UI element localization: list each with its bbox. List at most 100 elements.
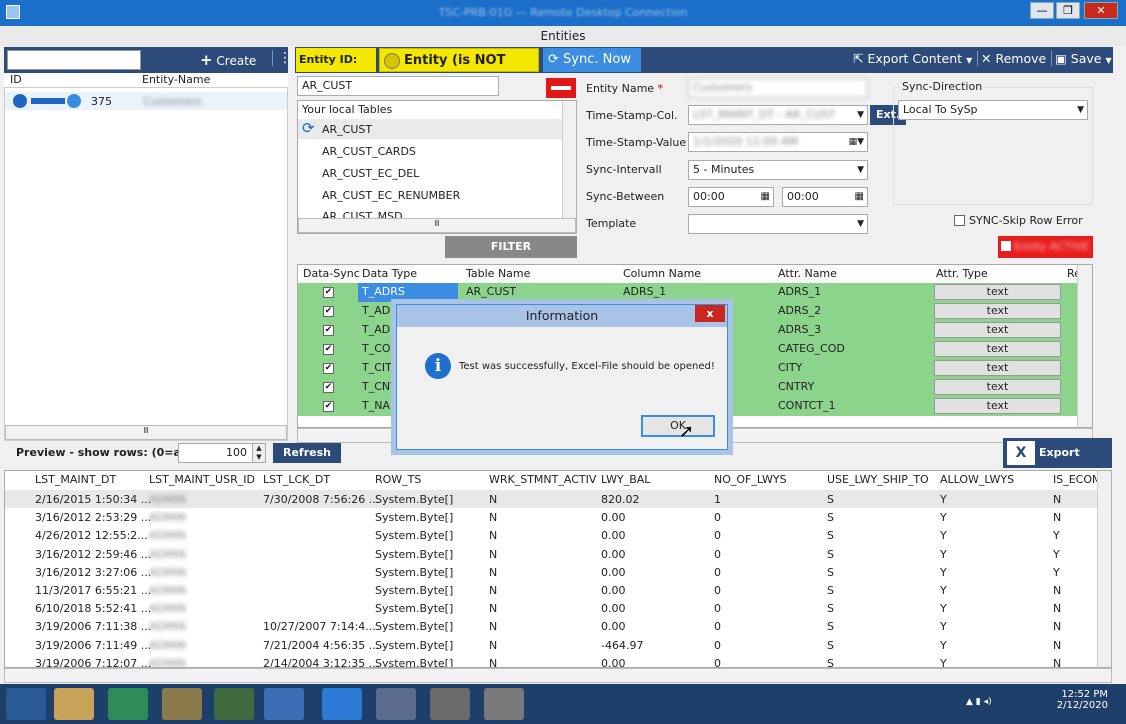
table-row[interactable]: 6/10/2018 5:52:41 ... ADMIN System.Byte[] N… (5, 599, 1097, 617)
data-sync-checkbox[interactable]: ✔ (323, 344, 334, 355)
horizontal-scrollbar[interactable]: Ⅲ (298, 218, 576, 233)
table-row[interactable]: 4/26/2012 12:55:2... ADMIN System.Byte[] N 0… (5, 526, 1097, 544)
filter-button[interactable]: FILTER (445, 236, 577, 258)
table-row[interactable]: 3/19/2006 7:12:07 ... ADMIN 2/14/2004 3:12… (5, 654, 1097, 667)
table-row[interactable]: 3/16/2012 3:27:06 ... ADMIN System.Byte[] N… (5, 563, 1097, 581)
table-item[interactable]: AR_CUST (322, 123, 372, 136)
ok-button[interactable]: OK (641, 415, 715, 437)
remote-icon[interactable] (376, 688, 416, 720)
attr-type-button[interactable]: text (934, 322, 1061, 338)
attr-name-cell[interactable]: ADRS_3 (778, 323, 821, 336)
skip-row-error-checkbox[interactable] (954, 215, 965, 226)
entity-search-input[interactable] (7, 50, 141, 70)
data-sync-checkbox[interactable]: ✔ (323, 306, 334, 317)
refresh-button[interactable]: Refresh (273, 443, 341, 463)
col-lwy-bal[interactable]: LWY_BAL (601, 473, 650, 486)
file-explorer-icon[interactable] (54, 688, 94, 720)
restore-button[interactable]: ❐ (1056, 2, 1080, 19)
attr-type-button[interactable]: text (934, 341, 1061, 357)
table-item[interactable]: AR_CUST_CARDS (322, 145, 416, 158)
sync-from-input[interactable]: 00:00 ▦ (688, 187, 774, 207)
table-row[interactable]: 3/16/2012 2:59:46 ... ADMIN System.Byte[] N… (5, 545, 1097, 563)
entity-active-toggle[interactable]: Entity ACTIVE (998, 236, 1093, 258)
export-content-button[interactable]: ⇱ Export Content ▼ (853, 51, 972, 66)
table-row[interactable]: 3/19/2006 7:11:49 ... ADMIN 7/21/2004 4:56… (5, 636, 1097, 654)
table-row[interactable]: 2/16/2015 1:50:34 ... ADMIN 7/30/2008 7:56… (5, 490, 1097, 508)
close-window-button[interactable]: ✕ (1084, 2, 1118, 19)
calendar-icon[interactable]: ▦▼ (849, 133, 864, 151)
col-wrk-stmnt-activ[interactable]: WRK_STMNT_ACTIV (489, 473, 596, 486)
table-name-cell[interactable]: AR_CUST (466, 285, 516, 298)
attr-name-cell[interactable]: CNTRY (778, 380, 814, 393)
export-excel-button[interactable]: X Export Excel (1003, 438, 1112, 489)
sync-now-button[interactable]: ⟳ Sync. Now ▼ (543, 48, 641, 89)
timestamp-value-input[interactable]: 1/1/2020 12:00 AM ▦▼ (688, 132, 868, 152)
data-sync-checkbox[interactable]: ✔ (323, 401, 334, 412)
sync-direction-select[interactable]: Local To SySp ▼ (898, 100, 1088, 120)
attr-name-cell[interactable]: CONTCT_1 (778, 399, 836, 412)
attr-name-cell[interactable]: ADRS_1 (778, 285, 821, 298)
start-icon[interactable] (6, 688, 46, 720)
table-item[interactable]: AR_CUST_EC_DEL (322, 167, 419, 180)
remove-button[interactable]: ✕ Remove (977, 51, 1046, 66)
col-row-ts[interactable]: ROW_TS (375, 473, 421, 486)
col-use-lwy-ship-to[interactable]: USE_LWY_SHIP_TO (827, 473, 929, 486)
data-type-cell[interactable]: T_ADRS (358, 283, 458, 302)
col-is-ecom[interactable]: IS_ECOM (1053, 473, 1102, 486)
calendar-icon[interactable]: ▦ (855, 188, 864, 206)
table-row[interactable]: 11/3/2017 6:55:21 ... ADMIN System.Byte[] N… (5, 581, 1097, 599)
app-icon[interactable] (214, 688, 254, 720)
rows-stepper-icon[interactable]: ▲ ▼ (252, 443, 266, 463)
data-sync-checkbox[interactable]: ✔ (323, 382, 334, 393)
entity-name-input[interactable]: Customers (688, 78, 868, 98)
save-button[interactable]: ▣ Save ▼ (1051, 51, 1112, 66)
data-type-cell[interactable]: T_CITY (362, 361, 399, 374)
server-icon[interactable] (484, 688, 524, 720)
table-row[interactable]: 3/19/2006 7:11:38 ... ADMIN 10/27/2007 7:1… (5, 617, 1097, 635)
preview-horizontal-scrollbar[interactable] (4, 668, 1112, 683)
col-allow-lwys[interactable]: ALLOW_LWYS (940, 473, 1014, 486)
table-row[interactable]: 3/16/2012 2:53:29 ... ADMIN System.Byte[] N… (5, 508, 1097, 526)
sync-to-input[interactable]: 00:00 ▦ (782, 187, 868, 207)
attr-name-cell[interactable]: ADRS_2 (778, 304, 821, 317)
list-item[interactable]: 375 Customers (5, 92, 287, 110)
attr-type-button[interactable]: text (934, 284, 1061, 300)
col-no-of-lwys[interactable]: NO_OF_LWYS (714, 473, 787, 486)
table-name-input[interactable]: AR_CUST (297, 76, 499, 96)
vertical-scrollbar[interactable] (562, 101, 576, 219)
clock[interactable]: 12:52 PM 2/12/2020 (1052, 689, 1108, 711)
col-lst-lck-dt[interactable]: LST_LCK_DT (263, 473, 330, 486)
internet-explorer-icon[interactable] (322, 688, 362, 720)
data-sync-checkbox[interactable]: ✔ (323, 325, 334, 336)
attr-type-button[interactable]: text (934, 303, 1061, 319)
data-sync-checkbox[interactable]: ✔ (323, 363, 334, 374)
attr-name-cell[interactable]: CATEG_COD (778, 342, 845, 355)
col-lst-maint-usr-id[interactable]: LST_MAINT_USR_ID (149, 473, 255, 486)
create-button[interactable]: + Create (200, 51, 256, 69)
table-item[interactable]: AR_CUST_EC_RENUMBER (322, 189, 460, 202)
grid-row[interactable]: ✔ T_ADRS AR_CUST ADRS_1 ADRS_1 text (298, 283, 1078, 302)
timestamp-col-select[interactable]: LST_MAINT_DT - AR_CUST ▼ (688, 105, 868, 125)
minimize-button[interactable]: — (1030, 2, 1054, 19)
attr-type-button[interactable]: text (934, 398, 1061, 414)
data-sync-checkbox[interactable]: ✔ (323, 287, 334, 298)
template-select[interactable]: ▼ (688, 214, 868, 234)
tools-icon[interactable] (162, 688, 202, 720)
window-icon[interactable] (430, 688, 470, 720)
attr-type-button[interactable]: text (934, 360, 1061, 376)
calendar-icon[interactable]: ▦ (761, 188, 770, 206)
tray-icons[interactable]: ▲ ▮ ◂) (966, 697, 992, 707)
sync-app-icon[interactable] (264, 688, 304, 720)
col-lst-maint-dt[interactable]: LST_MAINT_DT (35, 473, 116, 486)
vertical-scrollbar[interactable] (1077, 265, 1092, 427)
data-type-cell[interactable]: T_NAM (362, 399, 399, 412)
remove-table-button[interactable] (546, 78, 576, 98)
entity-active-checkbox[interactable] (1001, 241, 1011, 251)
attr-type-button[interactable]: text (934, 379, 1061, 395)
sync-interval-select[interactable]: 5 - Minutes ▼ (688, 160, 868, 180)
column-name-cell[interactable]: ADRS_1 (623, 285, 666, 298)
vertical-scrollbar[interactable] (1097, 471, 1111, 667)
more-options-icon[interactable]: ⋮ (272, 50, 292, 66)
attr-name-cell[interactable]: CITY (778, 361, 802, 374)
excel-taskbar-icon[interactable] (108, 688, 148, 720)
